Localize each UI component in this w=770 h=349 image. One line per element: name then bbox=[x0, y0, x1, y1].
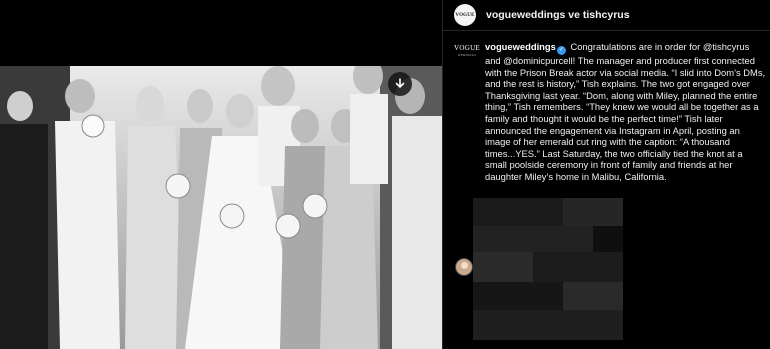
post-media[interactable] bbox=[0, 0, 442, 349]
post-info-pane: VOGUE vogueweddings ve tishcyrus VOGUE W… bbox=[442, 0, 770, 349]
caption: VOGUE WEDDINGS vogueweddings ✓ Congratula… bbox=[454, 41, 766, 183]
comment-avatar[interactable] bbox=[455, 258, 473, 276]
pixel-block bbox=[563, 282, 623, 310]
caption-avatar[interactable]: VOGUE WEDDINGS bbox=[454, 43, 480, 69]
pixel-block bbox=[533, 252, 623, 282]
header-avatar-text: VOGUE bbox=[455, 12, 475, 18]
caption-avatar-text: VOGUE bbox=[454, 44, 480, 52]
caption-body: Congratulations are in order for @tishcy… bbox=[485, 41, 766, 182]
pixel-block bbox=[593, 226, 623, 252]
pixel-block bbox=[473, 310, 623, 340]
download-arrow-icon[interactable] bbox=[388, 72, 412, 96]
wedding-photo[interactable] bbox=[0, 66, 442, 349]
caption-username[interactable]: vogueweddings bbox=[485, 41, 556, 52]
post-header: VOGUE vogueweddings ve tishcyrus bbox=[443, 0, 770, 31]
pixel-block bbox=[473, 282, 563, 310]
caption-avatar-sub: WEDDINGS bbox=[457, 53, 477, 57]
header-avatar[interactable]: VOGUE bbox=[454, 4, 476, 26]
caption-text-block: vogueweddings ✓ Congratulations are in or… bbox=[485, 41, 766, 183]
pixel-block bbox=[473, 252, 533, 282]
pixel-block bbox=[473, 198, 563, 226]
pixel-block bbox=[563, 198, 623, 226]
wedding-photo-graphic bbox=[0, 66, 442, 349]
pixel-block bbox=[473, 226, 593, 252]
post-header-title[interactable]: vogueweddings ve tishcyrus bbox=[486, 9, 630, 21]
verified-badge-icon: ✓ bbox=[556, 46, 566, 55]
